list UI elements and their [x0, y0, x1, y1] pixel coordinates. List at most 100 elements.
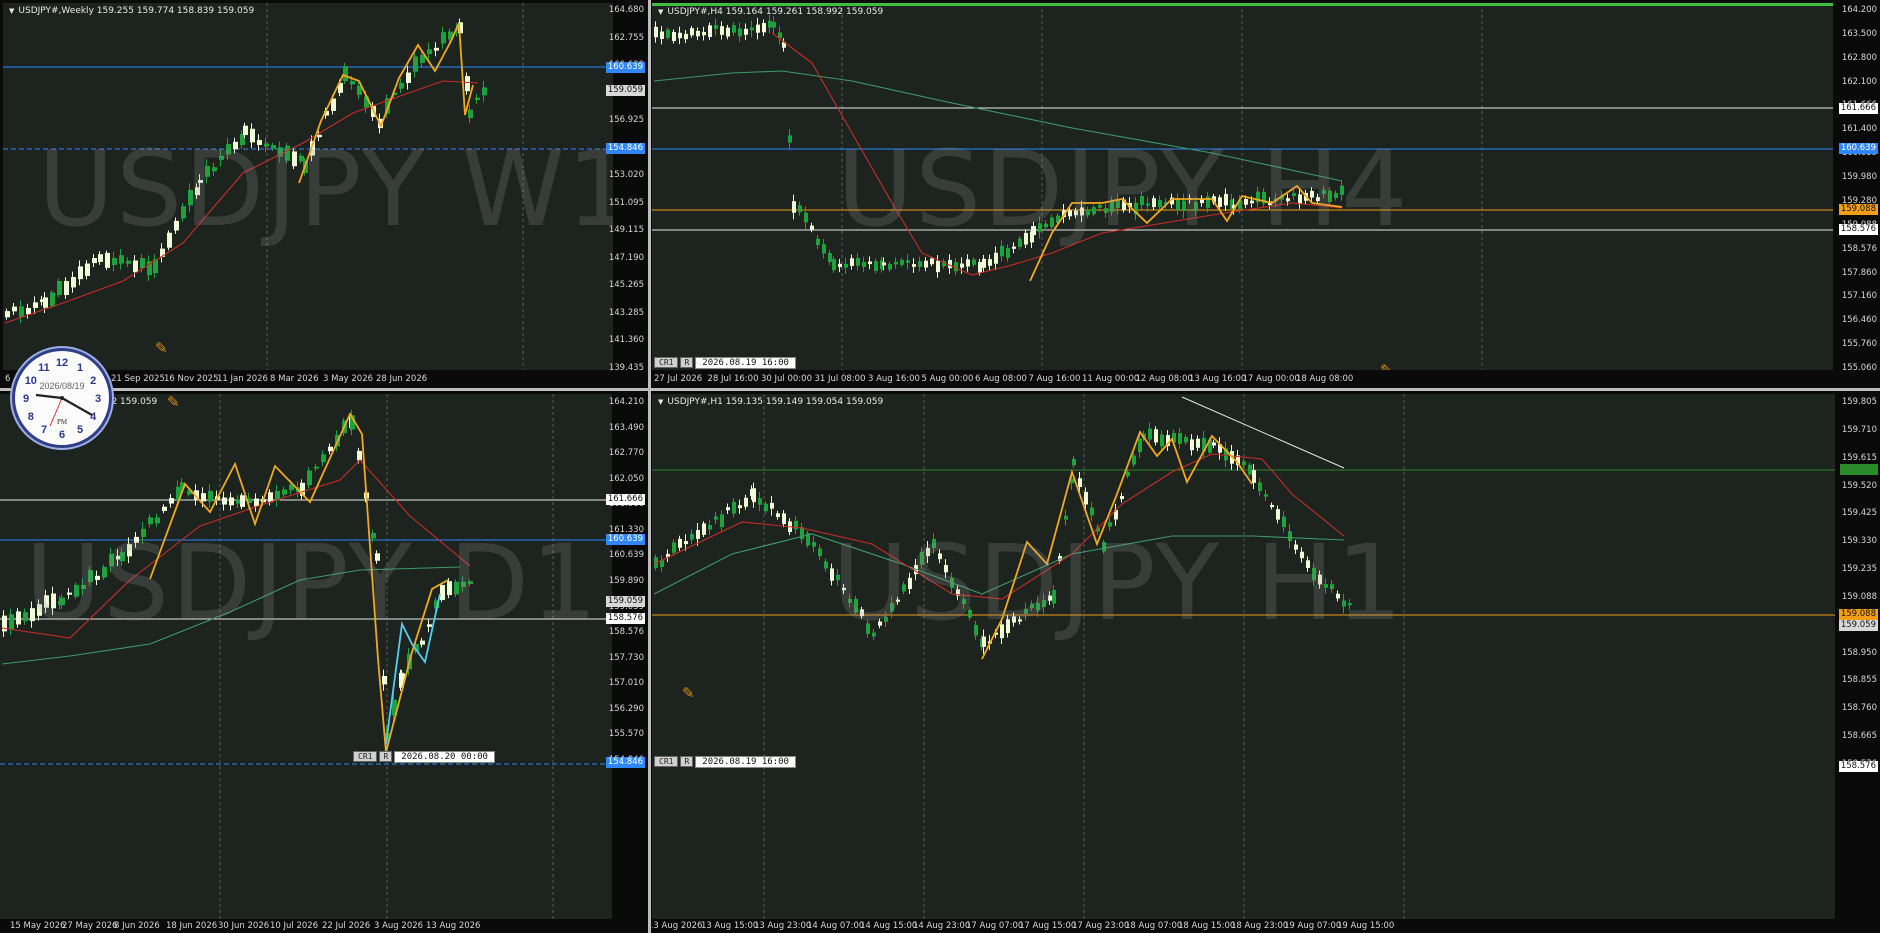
collapse-triangle-icon[interactable]: ▼ — [658, 8, 663, 16]
candle — [978, 261, 982, 273]
price-tick-label: 161.400 — [1841, 124, 1877, 135]
candle — [1102, 542, 1106, 552]
chart-window-h4[interactable]: ▼ USDJPY#,H4 159.164 159.261 158.992 159.… — [652, 3, 1880, 386]
price-tick-label: 162.100 — [1841, 76, 1877, 87]
window-splitter-vertical[interactable] — [648, 0, 651, 933]
candle — [744, 497, 748, 507]
candle — [447, 581, 452, 596]
candle — [134, 536, 139, 543]
chart-window-h1[interactable]: ▼ USDJPY#,H1 159.135 159.149 159.054 159.… — [652, 394, 1880, 933]
candle — [1270, 504, 1274, 508]
clock-ampm: PM — [57, 418, 68, 426]
candle — [702, 523, 706, 535]
price-tick-label: 158.665 — [1841, 731, 1877, 742]
candle — [133, 260, 138, 272]
moving-average-slow — [653, 70, 1343, 182]
candle — [782, 513, 786, 525]
price-axis-weekly[interactable]: 164.680162.755160.639159.059156.925154.8… — [609, 3, 647, 373]
time-axis-h4[interactable]: 27 Jul 2026 28 Jul 16:00 30 Jul 00:00 31 Ju… — [652, 372, 1833, 386]
window-splitter-horizontal[interactable] — [0, 388, 1880, 391]
price-tick-label: 159.890 — [608, 576, 644, 586]
candle — [654, 26, 658, 38]
price-axis-h4[interactable]: 164.200 163.500 162.800 162.100 161.666 161.4… — [1833, 3, 1880, 373]
price-tick-label: 164.200 — [1841, 5, 1877, 15]
candle — [918, 261, 922, 267]
price-tick-label: 141.360 — [608, 335, 644, 346]
candle — [307, 470, 312, 486]
drawing-tool-pin-icon[interactable]: ✎ — [682, 684, 695, 702]
candle — [968, 609, 972, 618]
price-tick-label: 158.576 — [1841, 243, 1877, 254]
collapse-triangle-icon[interactable]: ▼ — [9, 7, 14, 15]
candle — [696, 30, 700, 37]
candle — [468, 109, 473, 119]
time-tick-label: 30 Jun 2026 — [218, 921, 270, 931]
candle — [271, 145, 276, 149]
price-tick-label: 163.500 — [1841, 28, 1877, 39]
candle — [441, 32, 446, 44]
candle — [285, 145, 290, 161]
candle — [944, 564, 948, 573]
chart-window-weekly[interactable]: ▼ USDJPY#,Weekly 159.255 159.774 158.839 … — [3, 3, 647, 386]
candle — [1224, 193, 1228, 206]
analog-clock-widget[interactable]: 12 1 2 3 4 5 6 7 8 9 10 11 2026/08/19 PM — [12, 348, 112, 448]
chart-header-h1: ▼ USDJPY#,H1 159.135 159.149 159.054 159.… — [658, 397, 883, 407]
chart-window-daily[interactable]: 992 159.059 USDJPY D1 CR1 R 2026.08.20 00:… — [0, 394, 647, 933]
candle — [1330, 584, 1334, 590]
price-axis-daily[interactable]: 164.210163.490162.770162.050161.666161.3… — [608, 394, 647, 919]
candle — [468, 581, 473, 584]
candle — [264, 143, 269, 147]
candle — [181, 206, 186, 219]
time-tick-label: 28 Jun 2026 — [376, 374, 428, 384]
candle — [120, 552, 125, 562]
time-tick-label: 14 Aug 07:00 — [807, 921, 865, 931]
candle — [57, 280, 62, 296]
crosshair-info-box: CR1 R 2026.08.19 16:00 — [654, 357, 796, 369]
time-tick-label: 8 Jun 2026 — [114, 921, 160, 931]
candle — [299, 155, 304, 162]
drawing-tool-pin-icon[interactable]: ✎ — [167, 394, 180, 411]
plot-area-daily[interactable]: 992 159.059 USDJPY D1 CR1 R 2026.08.20 00:… — [0, 394, 612, 919]
candle — [1006, 619, 1010, 634]
candle — [798, 205, 802, 213]
drawing-tool-pin-icon[interactable]: ✎ — [1380, 361, 1393, 370]
time-axis-h1[interactable]: 13 Aug 2026 13 Aug 15:00 13 Aug 23:00 14 Au… — [652, 919, 1835, 933]
candle — [974, 624, 978, 636]
candle — [1146, 203, 1150, 206]
time-tick-label: 16 Nov 2025 — [164, 374, 219, 384]
time-tick-label: 14 Aug 15:00 — [860, 921, 918, 931]
time-tick-label: 22 Jul 2026 — [322, 921, 371, 931]
candle — [1052, 589, 1056, 604]
candle — [1072, 458, 1076, 466]
candle — [1158, 200, 1162, 208]
plot-area-h1[interactable]: ▼ USDJPY#,H1 159.135 159.149 159.054 159.… — [652, 394, 1835, 919]
plot-area-weekly[interactable]: ▼ USDJPY#,Weekly 159.255 159.774 158.839 … — [3, 3, 613, 370]
candle — [1286, 198, 1290, 202]
price-tick-label: 143.285 — [608, 307, 644, 318]
r-tag: R — [680, 756, 694, 767]
price-tick-label: 155.060 — [1841, 363, 1877, 373]
candle — [850, 258, 854, 266]
moving-average-fast — [1, 459, 471, 639]
time-axis-daily[interactable]: 15 May 2026 27 May 2026 8 Jun 2026 18 Jun 2… — [0, 919, 612, 933]
candle — [198, 179, 203, 183]
candle — [1032, 226, 1036, 236]
candle — [696, 529, 700, 539]
candle — [972, 259, 976, 265]
plot-area-h4[interactable]: ▼ USDJPY#,H4 159.164 159.261 158.992 159.… — [652, 3, 1833, 370]
trendline — [1181, 396, 1345, 469]
price-tick-label: 158.760 — [1841, 703, 1877, 714]
price-tick-label: 159.980 — [1841, 172, 1877, 183]
ohlc-readout: USDJPY#,H4 159.164 159.261 158.992 159.0… — [667, 7, 884, 17]
price-tick-label: 147.190 — [608, 252, 644, 263]
collapse-triangle-icon[interactable]: ▼ — [658, 398, 663, 406]
candle — [1044, 223, 1048, 228]
candle — [1012, 616, 1016, 623]
time-tick-label: 15 May 2026 — [10, 921, 66, 931]
time-tick-label: 13 Aug 23:00 — [754, 921, 812, 931]
price-tick-label: 158.576 — [608, 627, 644, 638]
candle — [1288, 531, 1292, 541]
cr-tag: CR1 — [654, 756, 679, 767]
drawing-tool-pin-icon[interactable]: ✎ — [155, 339, 168, 357]
clock-numeral: 2 — [90, 375, 96, 387]
